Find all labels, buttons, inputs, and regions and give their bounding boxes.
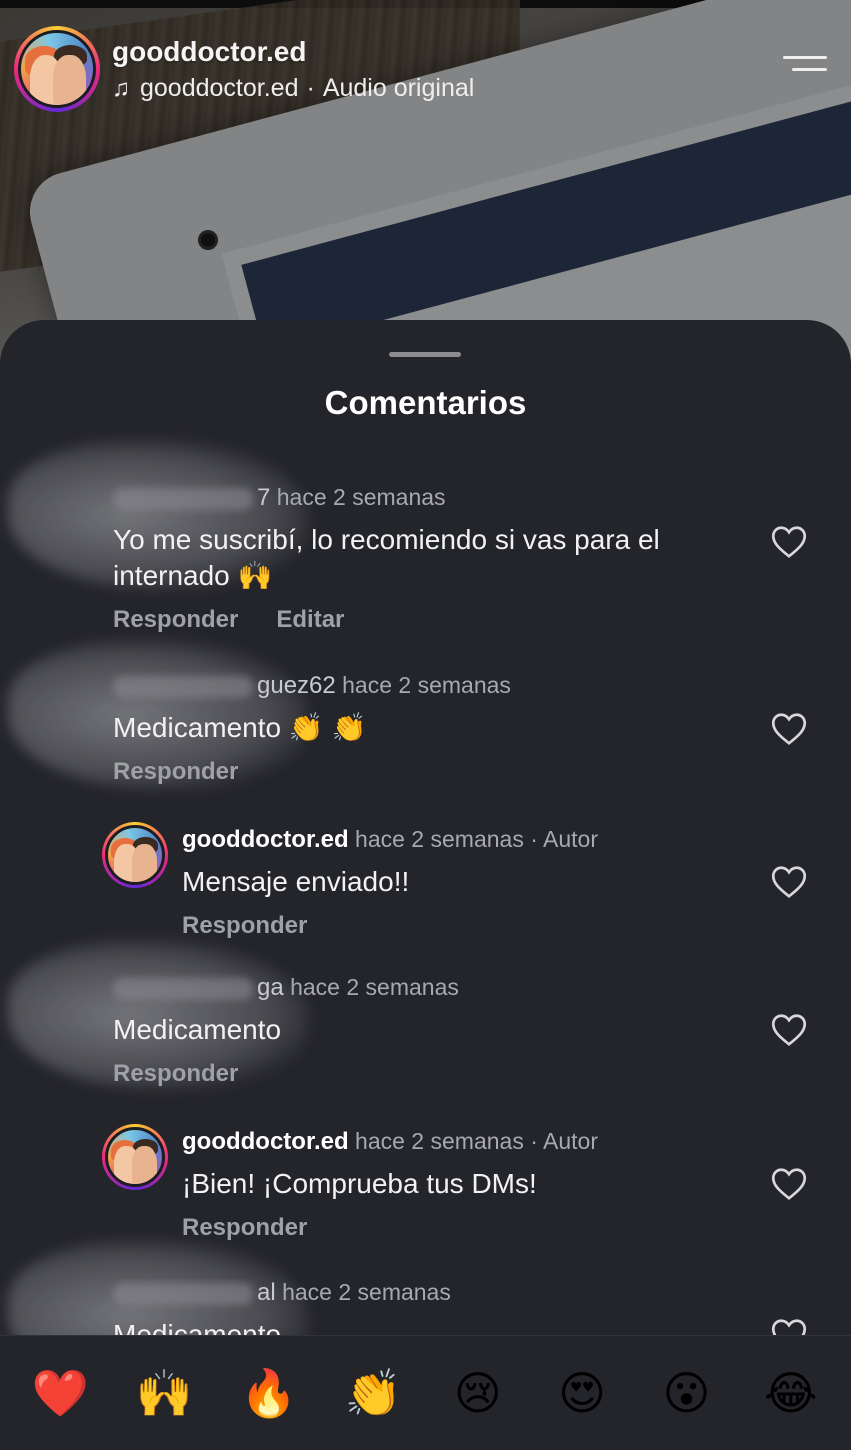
reel-header: gooddoctor.ed ♫ gooddoctor.ed · Audio or… xyxy=(14,26,474,112)
emoji-laughing-button[interactable]: 😂 xyxy=(751,1370,831,1416)
reply-item: gooddoctor.ed hace 2 semanas · Autor Men… xyxy=(0,826,851,940)
comment-meta: 7 hace 2 semanas xyxy=(113,484,721,512)
comment-meta: al hace 2 semanas xyxy=(113,1279,721,1307)
comment-time: hace 2 semanas xyxy=(355,826,524,852)
profile-avatar[interactable] xyxy=(14,26,100,112)
edit-button[interactable]: Editar xyxy=(276,606,344,634)
comment-meta: guez62 hace 2 semanas xyxy=(113,672,721,700)
comment-username[interactable]: gooddoctor.ed xyxy=(182,826,349,853)
comment-meta: gooddoctor.ed hace 2 semanas · Autor xyxy=(182,1128,721,1156)
comment-item: guez62 hace 2 semanas Medicamento 👏 👏 Re… xyxy=(0,672,851,786)
blurred-username xyxy=(113,675,253,698)
sheet-grabber[interactable] xyxy=(389,352,461,357)
comments-sheet: Comentarios 7 hace 2 semanas Yo me suscr… xyxy=(0,320,851,1450)
like-heart-icon[interactable] xyxy=(771,525,807,559)
comment-time: hace 2 semanas xyxy=(355,1128,524,1154)
comment-username-visible[interactable]: guez62 xyxy=(257,672,336,699)
audio-info[interactable]: ♫ gooddoctor.ed · Audio original xyxy=(112,74,474,103)
comment-item: al hace 2 semanas Medicamento xyxy=(0,1279,851,1335)
like-heart-icon[interactable] xyxy=(771,1167,807,1201)
emoji-heart-button[interactable]: ❤️ xyxy=(20,1370,100,1416)
sheet-title: Comentarios xyxy=(324,384,527,421)
blurred-username xyxy=(113,487,253,510)
comment-item: ga hace 2 semanas Medicamento Responder xyxy=(0,974,851,1088)
reply-button[interactable]: Responder xyxy=(182,1214,307,1242)
comment-text: Medicamento xyxy=(113,1319,282,1335)
menu-icon[interactable] xyxy=(783,56,827,82)
comment-meta: ga hace 2 semanas xyxy=(113,974,721,1002)
reply-button[interactable]: Responder xyxy=(182,912,307,940)
emoji-surprised-button[interactable]: 😮 xyxy=(646,1370,726,1416)
comment-time: hace 2 semanas xyxy=(290,974,459,1000)
reel-username[interactable]: gooddoctor.ed xyxy=(112,35,474,69)
comment-meta: gooddoctor.ed hace 2 semanas · Autor xyxy=(182,826,721,854)
comment-time: hace 2 semanas xyxy=(282,1279,451,1305)
audio-user: gooddoctor.ed xyxy=(140,74,299,103)
author-tag: · Autor xyxy=(530,1128,598,1154)
comment-text: Mensaje enviado!! xyxy=(182,866,410,897)
comment-text: Medicamento xyxy=(113,1014,282,1045)
reply-button[interactable]: Responder xyxy=(113,1060,238,1088)
emoji-heart-eyes-button[interactable]: 😍 xyxy=(542,1370,622,1416)
comment-item: 7 hace 2 semanas Yo me suscribí, lo reco… xyxy=(0,484,851,634)
comment-username-visible[interactable]: al xyxy=(257,1279,276,1306)
reply-item: gooddoctor.ed hace 2 semanas · Autor ¡Bi… xyxy=(0,1128,851,1242)
like-heart-icon[interactable] xyxy=(771,1318,807,1335)
like-heart-icon[interactable] xyxy=(771,712,807,746)
blurred-username xyxy=(113,977,253,1000)
audio-label: Audio original xyxy=(322,74,475,103)
comment-username-visible[interactable]: 7 xyxy=(257,484,270,511)
audio-separator: · xyxy=(306,74,315,103)
comment-text: Yo me suscribí, lo recomiendo si vas par… xyxy=(113,524,660,591)
comment-time: hace 2 semanas xyxy=(276,484,446,510)
emoji-raised-hands-button[interactable]: 🙌 xyxy=(125,1370,205,1416)
music-note-icon: ♫ xyxy=(112,74,130,102)
like-heart-icon[interactable] xyxy=(771,865,807,899)
author-tag: · Autor xyxy=(530,826,598,852)
comment-text: Medicamento 👏 👏 xyxy=(113,712,367,743)
emoji-reaction-bar: ❤️ 🙌 🔥 👏 😢 😍 😮 😂 xyxy=(0,1335,851,1450)
reply-button[interactable]: Responder xyxy=(113,606,238,634)
comment-text: ¡Bien! ¡Comprueba tus DMs! xyxy=(182,1168,537,1199)
comment-username[interactable]: gooddoctor.ed xyxy=(182,1128,349,1155)
blurred-username xyxy=(113,1282,253,1305)
emoji-crying-button[interactable]: 😢 xyxy=(438,1370,518,1416)
emoji-fire-button[interactable]: 🔥 xyxy=(229,1370,309,1416)
comment-time: hace 2 semanas xyxy=(342,672,511,698)
comment-username-visible[interactable]: ga xyxy=(257,974,284,1001)
like-heart-icon[interactable] xyxy=(771,1013,807,1047)
emoji-clap-button[interactable]: 👏 xyxy=(333,1370,413,1416)
reply-button[interactable]: Responder xyxy=(113,758,238,786)
